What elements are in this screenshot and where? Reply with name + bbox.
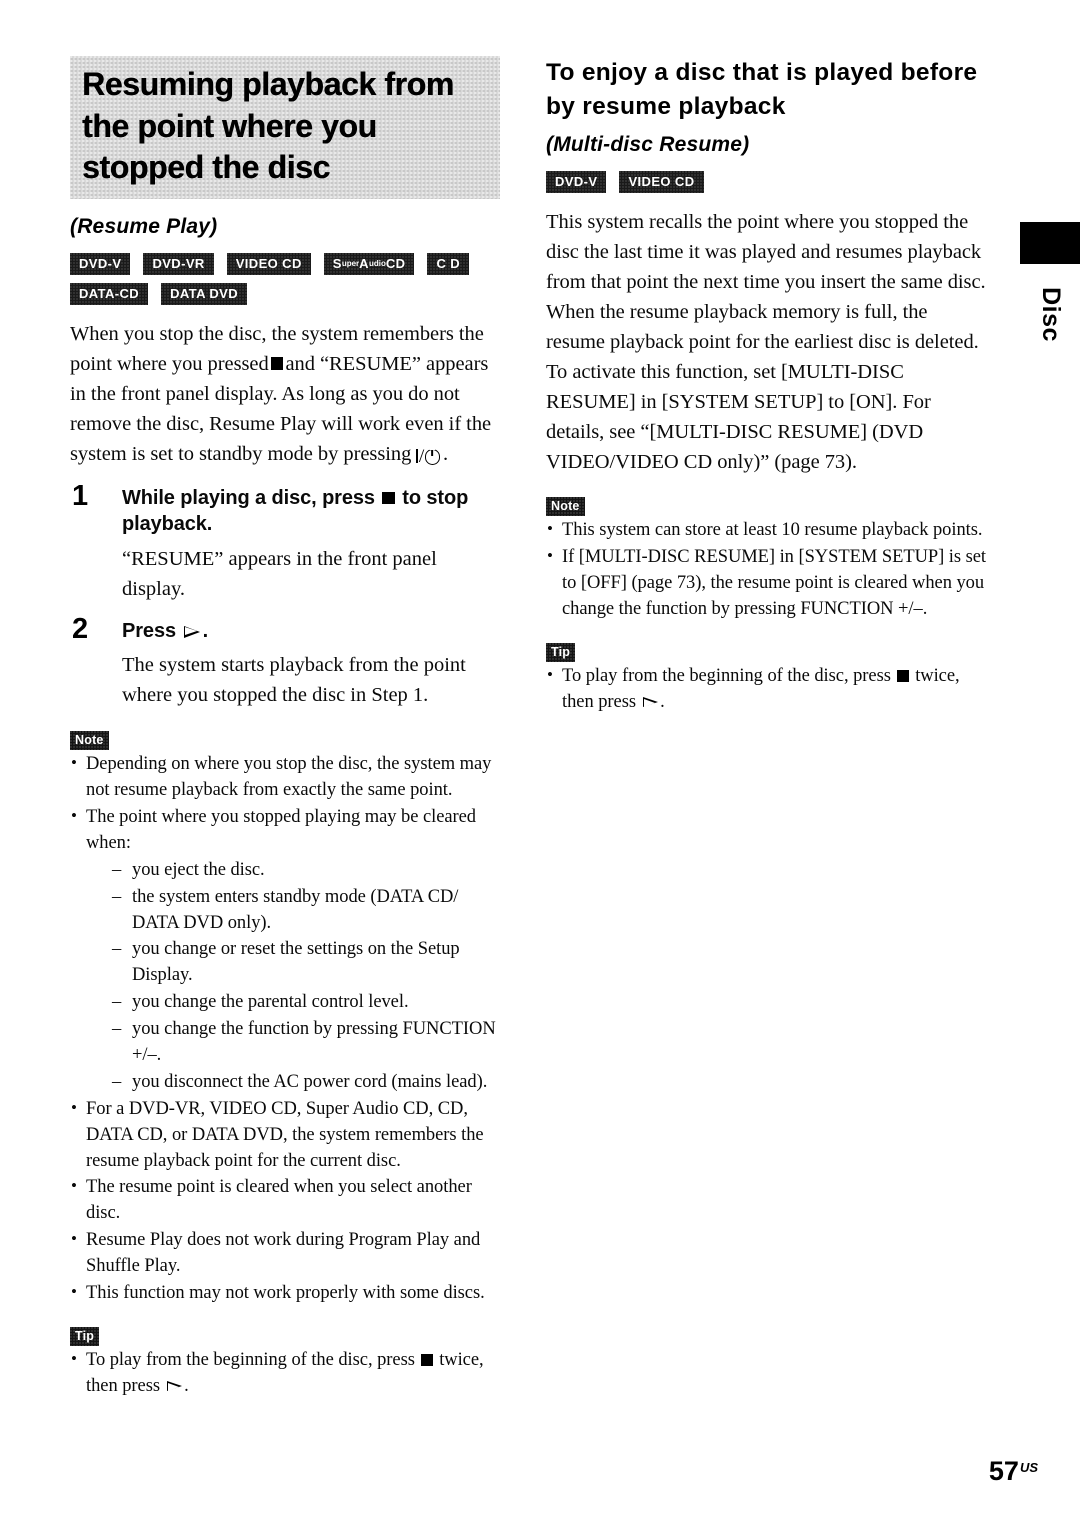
disc-badge-data-cd: DATA-CD [70,282,149,305]
left-note-2-text: The point where you stopped playing may … [86,807,476,853]
list-item: you change the parental control level. [112,990,502,1016]
play-button-icon [184,625,201,639]
disc-badge-dvd-vr: DVD-VR [143,252,214,275]
left-note-list: Depending on where you stop the disc, th… [70,751,502,1307]
thumb-tab-marker [1020,222,1080,264]
list-item: Resume Play does not work during Program… [70,1227,502,1280]
play-button-icon [167,1381,183,1392]
stop-button-icon [421,1354,433,1366]
note-label-badge: Note [70,730,109,751]
left-section-heading: Resuming playback from the point where y… [82,66,454,186]
disc-badge-dvd-v: DVD-V [70,252,131,275]
step-2-title: Press . [122,618,502,644]
step-2-title-text-1: Press [122,619,176,642]
list-item: you disconnect the AC power cord (mains … [112,1070,502,1096]
left-tip-list: To play from the beginning of the disc, … [70,1347,502,1400]
note-label-badge: Note [546,496,585,517]
power-standby-icon: / [416,441,443,472]
left-tip-text-1: To play from the beginning of the disc, … [86,1350,415,1371]
disc-badge-video-cd: VIDEO CD [226,252,311,275]
right-tip-block: Tip To play from the beginning of the di… [546,642,990,716]
sacd-cd: CD [385,256,406,272]
right-disc-badge-group: DVD-V VIDEO CD [546,170,976,193]
tip-label-badge: Tip [70,1326,100,1347]
list-item: you change the function by pressing FUNC… [112,1017,502,1069]
step-2: 2 Press . The system starts playback fro… [70,612,502,711]
page-region-code: US [1019,1459,1038,1475]
list-item: The resume point is cleared when you sel… [70,1174,502,1227]
step-1: 1 While playing a disc, press to stop pl… [70,479,502,605]
right-tip-text-3: . [660,692,665,713]
right-paragraph-1: This system recalls the point where you … [546,210,986,353]
list-item: the system enters standby mode (DATA CD/… [112,885,502,937]
sacd-uper: uper [341,258,360,268]
step-1-title: While playing a disc, press to stop play… [122,485,502,538]
disc-badge-dvd-v: DVD-V [546,170,607,193]
left-column: Resuming playback from the point where y… [70,0,502,1400]
page-number-value: 57 [988,1456,1019,1486]
list-item: you change or reset the settings on the … [112,937,502,989]
stop-button-icon [897,670,909,682]
left-tip-block: Tip To play from the beginning of the di… [70,1326,502,1400]
right-tip-text-1: To play from the beginning of the disc, … [562,666,891,687]
step-2-number: 2 [72,612,89,645]
tip-label-badge: Tip [546,642,576,663]
list-item: Depending on where you stop the disc, th… [70,751,502,804]
step-1-title-text-1: While playing a disc, press [122,486,375,509]
thumb-tab-label: Disc [1020,266,1080,362]
left-note-block: Note Depending on where you stop the dis… [70,730,502,1307]
play-button-icon [643,697,659,708]
stop-button-icon [270,357,284,371]
list-item: To play from the beginning of the disc, … [70,1347,502,1400]
thumb-tab-text: Disc [1036,286,1065,342]
sacd-s: S [332,256,342,272]
left-tip-text-3: . [184,1376,189,1397]
list-item: For a DVD-VR, VIDEO CD, Super Audio CD, … [70,1096,502,1175]
right-section-header: To enjoy a disc that is played before by… [546,0,990,124]
disc-badge-cd: C D [427,252,470,275]
disc-badge-video-cd: VIDEO CD [619,170,704,193]
right-column: To enjoy a disc that is played before by… [546,0,990,716]
left-intro-text-3: . [443,442,449,465]
page-number: 57US [989,1458,1038,1485]
step-2-title-text-2: . [202,619,209,642]
left-disc-badge-group: DVD-V DVD-VR VIDEO CD Super Audio CD C D D… [70,252,500,305]
left-note-sublist: you eject the disc. the system enters st… [86,858,502,1096]
list-item: This function may not work properly with… [70,1280,502,1307]
step-1-number: 1 [72,479,89,512]
right-note-list: This system can store at least 10 resume… [546,517,990,623]
list-item: This system can store at least 10 resume… [546,517,990,544]
list-item: you eject the disc. [112,858,502,884]
left-intro-paragraph: When you stop the disc, the system remem… [70,319,502,472]
left-section-header-band: Resuming playback from the point where y… [70,56,500,199]
right-paragraph-2: To activate this function, set [MULTI-DI… [546,360,931,473]
disc-badge-data-dvd: DATA DVD [161,282,248,305]
manual-page: Resuming playback from the point where y… [0,0,1080,1533]
list-item: The point where you stopped playing may … [70,804,502,1096]
step-2-description: The system starts playback from the poin… [122,653,466,706]
disc-badge-super-audio-cd: Super Audio CD [323,252,415,275]
left-section-subtitle: (Resume Play) [70,214,218,238]
list-item: To play from the beginning of the disc, … [546,663,990,716]
right-section-subtitle: (Multi-disc Resume) [546,132,750,156]
right-section-heading: To enjoy a disc that is played before by… [546,59,978,120]
stop-button-icon [382,491,395,505]
step-1-description: “RESUME” appears in the front panel disp… [122,547,437,600]
list-item: If [MULTI-DISC RESUME] in [SYSTEM SETUP]… [546,544,990,623]
right-note-block: Note This system can store at least 10 r… [546,496,990,623]
right-tip-list: To play from the beginning of the disc, … [546,663,990,716]
sacd-a: A [359,256,369,272]
sacd-udio: udio [368,258,386,268]
